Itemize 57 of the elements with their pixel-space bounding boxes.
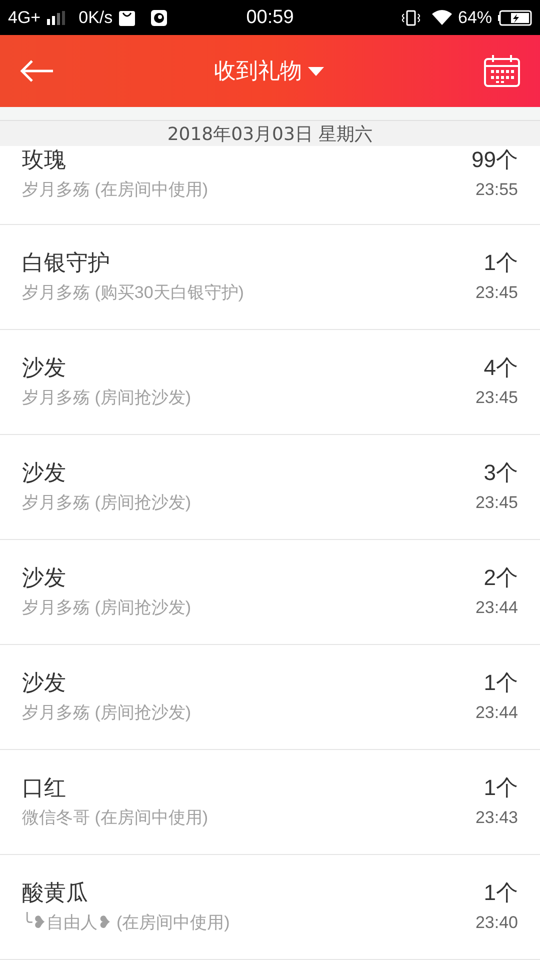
gift-sender: ╰❥自由人❥ (在房间中使用): [22, 911, 230, 934]
gift-sender: 岁月多殇 (购买30天白银守护): [22, 282, 244, 304]
clock: 00:59: [246, 6, 294, 28]
gift-count: 1个: [484, 249, 518, 277]
gift-count: 3个: [484, 459, 518, 487]
gift-name: 白银守护: [22, 249, 111, 277]
battery-icon: [498, 10, 532, 26]
gift-row[interactable]: 沙发 岁月多殇 (房间抢沙发) 3个 23:45: [0, 435, 540, 540]
vibrate-icon: [402, 10, 420, 26]
gift-name: 玫瑰: [22, 146, 67, 174]
gift-row[interactable]: 白银守护 岁月多殇 (购买30天白银守护) 1个 23:45: [0, 225, 540, 330]
app-icon: [150, 10, 167, 26]
gift-count: 1个: [484, 774, 518, 802]
signal-icon: [46, 10, 65, 24]
gift-time: 23:45: [475, 492, 518, 514]
gift-name: 口红: [22, 774, 67, 802]
gift-sender: 岁月多殇 (房间抢沙发): [22, 597, 192, 619]
gift-name: 沙发: [22, 354, 67, 382]
wifi-icon: [432, 10, 452, 25]
gift-time: 23:45: [475, 282, 518, 304]
gift-row[interactable]: 沙发 岁月多殇 (房间抢沙发) 4个 23:45: [0, 330, 540, 435]
title-dropdown[interactable]: 收到礼物: [214, 56, 324, 86]
gift-name: 沙发: [22, 564, 67, 592]
gift-sender: 岁月多殇 (房间抢沙发): [22, 387, 192, 409]
gift-count: 2个: [484, 564, 518, 592]
gift-sender: 岁月多殇 (房间抢沙发): [22, 702, 192, 724]
gift-name: 沙发: [22, 669, 67, 697]
gift-row[interactable]: 玫瑰 岁月多殇 (在房间中使用) 99个 23:55: [0, 146, 540, 225]
gift-row[interactable]: 酸黄瓜 ╰❥自由人❥ (在房间中使用) 1个 23:40: [0, 855, 540, 960]
network-speed: 0K/s: [78, 8, 113, 28]
gift-count: 1个: [484, 879, 518, 907]
gift-count: 4个: [484, 354, 518, 382]
battery-percent: 64%: [458, 8, 492, 28]
gift-time: 23:43: [475, 807, 518, 829]
date-header: 2018年03月03日 星期六: [167, 123, 373, 146]
gift-row[interactable]: 沙发 岁月多殇 (房间抢沙发) 2个 23:44: [0, 540, 540, 645]
gift-time: 23:40: [475, 912, 518, 934]
gift-row[interactable]: 口红 微信冬哥 (在房间中使用) 1个 23:43: [0, 750, 540, 855]
gift-time: 23:55: [475, 179, 518, 201]
gift-count: 1个: [484, 669, 518, 697]
gift-sender: 微信冬哥 (在房间中使用): [22, 807, 208, 829]
gift-time: 23:44: [475, 702, 518, 724]
gift-time: 23:45: [475, 387, 518, 409]
bag-icon: [118, 10, 135, 26]
gift-row[interactable]: 沙发 岁月多殇 (房间抢沙发) 1个 23:44: [0, 645, 540, 750]
gift-sender: 岁月多殇 (房间抢沙发): [22, 492, 192, 514]
back-button[interactable]: [20, 60, 54, 82]
gift-name: 沙发: [22, 459, 67, 487]
network-type: 4G+: [8, 8, 41, 28]
gift-name: 酸黄瓜: [22, 879, 89, 907]
calendar-icon: [484, 55, 520, 87]
calendar-button[interactable]: [484, 55, 520, 87]
gift-count: 99个: [472, 146, 518, 174]
back-arrow-icon: [20, 60, 54, 82]
gift-time: 23:44: [475, 597, 518, 619]
caret-icon: [308, 66, 324, 76]
gift-sender: 岁月多殇 (在房间中使用): [22, 179, 208, 201]
